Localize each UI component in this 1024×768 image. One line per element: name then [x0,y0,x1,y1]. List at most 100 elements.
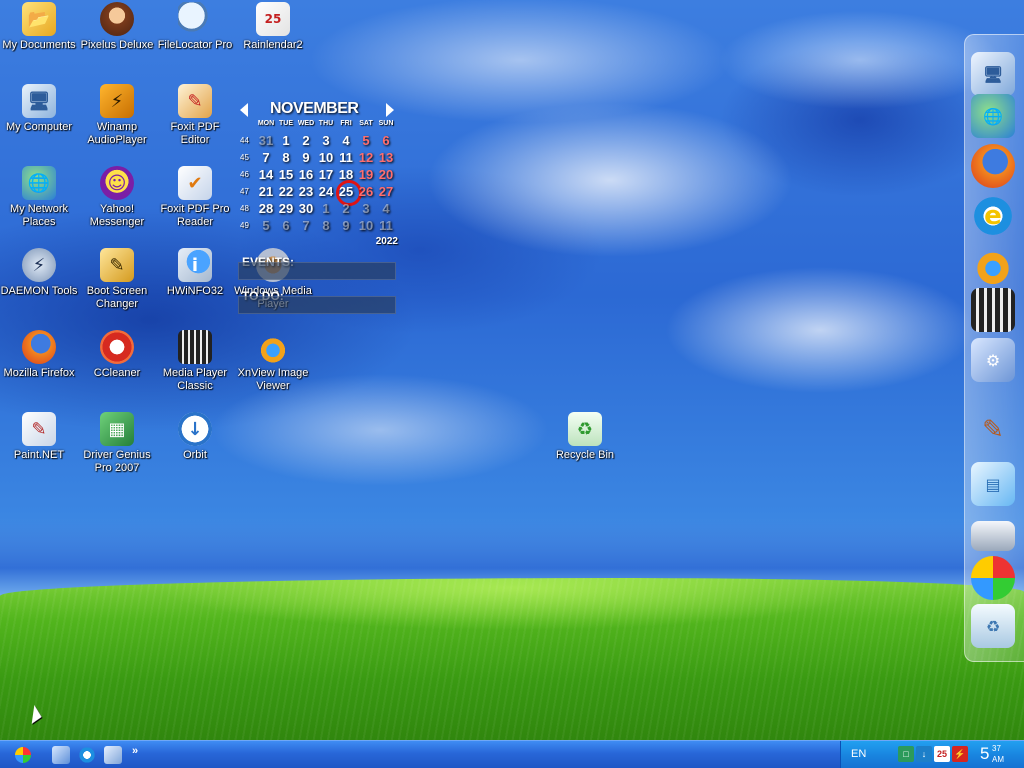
calendar-day[interactable]: 25 [336,180,362,206]
desktop-icon-ccleaner[interactable]: CCleaner [78,330,156,380]
calendar-day[interactable]: 21 [256,184,276,199]
calendar-grid: 44 31 1 2 3 4 5 6 45 7 8 9 10 11 12 13 46 14 15 16 17 18 19 20 4… [236,132,402,234]
taskbar-clock[interactable]: 5 37 AM [980,744,1004,764]
desktop-icon-yahoo-messenger[interactable]: ☺ Yahoo! Messenger [78,166,156,229]
desktop-icon-my-documents[interactable]: 📂 My Documents [0,2,78,52]
dock-internet-explorer-icon[interactable]: e [971,194,1015,238]
calendar-day[interactable]: 4 [336,133,356,148]
dock-control-panel-icon[interactable]: ⚙ [971,338,1015,382]
desktop-icon-rainlendar2[interactable]: 25 Rainlendar2 [234,2,312,52]
calendar-day[interactable]: 26 [356,184,376,199]
todo-panel[interactable] [238,296,396,314]
calendar-day[interactable]: 14 [256,167,276,182]
calendar-day[interactable]: 31 [256,133,276,148]
desktop-icon-foxit-pdf-pro-reader[interactable]: ✔ Foxit PDF Pro Reader [156,166,234,229]
calendar-day[interactable]: 20 [376,167,396,182]
language-indicator[interactable]: EN [851,748,866,760]
calendar-day[interactable]: 24 [316,184,336,199]
calendar-day[interactable]: 22 [276,184,296,199]
desktop-icon-paint-net[interactable]: ✎ Paint.NET [0,412,78,462]
dock-windows-update-icon[interactable] [971,556,1015,600]
tray-calendar-icon[interactable]: 25 [934,746,950,762]
calendar-day[interactable]: 10 [316,150,336,165]
desktop-icon-filelocator-pro[interactable]: FileLocator Pro [156,2,234,52]
icon-label: Foxit PDF Editor [170,121,220,146]
calendar-day[interactable]: 28 [256,201,276,216]
calendar-day[interactable]: 9 [336,218,356,233]
calendar-day[interactable]: 30 [296,201,316,216]
calendar-day[interactable]: 2 [296,133,316,148]
paint-net-icon: ✎ [22,412,56,446]
desktop-icon-my-network-places[interactable]: 🌐 My Network Places [0,166,78,229]
quicklaunch-internet-explorer-icon[interactable] [78,746,96,764]
calendar-day[interactable]: 8 [316,218,336,233]
calendar-day[interactable]: 6 [376,133,396,148]
calendar-day[interactable]: 13 [376,150,396,165]
calendar-day[interactable]: 12 [356,150,376,165]
quicklaunch-media-icon[interactable] [104,746,122,764]
week-number: 44 [240,136,249,145]
calendar-day[interactable]: 7 [296,218,316,233]
calendar-day[interactable]: 1 [276,133,296,148]
next-month-arrow-icon[interactable] [386,103,394,117]
desktop-icon-xnview[interactable]: XnView Image Viewer [234,330,312,393]
previous-month-arrow-icon[interactable] [240,103,248,117]
dock-xnview-icon[interactable] [971,242,1015,286]
calendar-day[interactable]: 6 [276,218,296,233]
tray-orbit-icon[interactable]: ↓ [916,746,932,762]
calendar-day[interactable]: 11 [336,150,356,165]
dock-network-icon[interactable]: 🌐 [971,94,1015,138]
calendar-day[interactable]: 7 [256,150,276,165]
calendar-day[interactable]: 5 [356,133,376,148]
desktop-icon-hwinfo32[interactable]: i HWiNFO32 [156,248,234,298]
calendar-day[interactable]: 8 [276,150,296,165]
desktop-icon-my-computer[interactable]: 🖥 My Computer [0,84,78,134]
clock-minute: 37 [992,744,1001,753]
desktop-icon-boot-screen-changer[interactable]: ✎ Boot Screen Changer [78,248,156,311]
desktop-icon-driver-genius[interactable]: ▦ Driver Genius Pro 2007 [78,412,156,475]
calendar-day[interactable]: 10 [356,218,376,233]
desktop-icon-pixelus-deluxe[interactable]: Pixelus Deluxe [78,2,156,52]
calendar-day[interactable]: 5 [256,218,276,233]
desktop-icon-mozilla-firefox[interactable]: Mozilla Firefox [0,330,78,380]
calendar-day[interactable]: 11 [376,218,396,233]
dock-drive-icon[interactable] [971,521,1015,551]
desktop-icon-orbit[interactable]: ↓ Orbit [156,412,234,462]
calendar-day[interactable]: 3 [316,133,336,148]
calendar-day[interactable]: 15 [276,167,296,182]
calendar-day[interactable]: 3 [356,201,376,216]
desktop-icon-winamp[interactable]: ⚡ Winamp AudioPlayer [78,84,156,147]
icon-label: DAEMON Tools [0,285,78,297]
dock-media-player-classic-icon[interactable] [971,288,1015,332]
tray-daemon-tools-icon[interactable]: ⚡ [952,746,968,762]
calendar-day[interactable]: 1 [316,201,336,216]
dock-recycle-bin-icon[interactable]: ♻ [971,604,1015,648]
calendar-day[interactable]: 2 [336,201,356,216]
yahoo-messenger-icon: ☺ [100,166,134,200]
calendar-day[interactable]: 19 [356,167,376,182]
week-number: 48 [240,204,249,213]
dock-notepad-icon[interactable]: ▤ [971,462,1015,506]
calendar-day[interactable]: 17 [316,167,336,182]
calendar-day[interactable]: 9 [296,150,316,165]
calendar-day[interactable]: 4 [376,201,396,216]
folder-icon: 📂 [22,2,56,36]
desktop-icon-daemon-tools[interactable]: ⚡ DAEMON Tools [0,248,78,298]
events-panel[interactable] [238,262,396,280]
start-button[interactable] [6,744,40,766]
quicklaunch-show-desktop-icon[interactable] [52,746,70,764]
calendar-day[interactable]: 27 [376,184,396,199]
tray-network-icon[interactable]: □ [898,746,914,762]
dock-my-computer-icon[interactable]: 🖥 [971,52,1015,96]
quicklaunch-more-button[interactable]: » [132,745,138,757]
calendar-day[interactable]: 23 [296,184,316,199]
calendar-day[interactable]: 29 [276,201,296,216]
wallpaper-grass [0,578,1024,740]
dock-paint-brushes-icon[interactable]: ✎ [971,408,1015,452]
desktop-icon-recycle-bin[interactable]: ♻ Recycle Bin [546,412,624,462]
computer-icon: 🖥 [22,84,56,118]
desktop-icon-media-player-classic[interactable]: Media Player Classic [156,330,234,393]
calendar-day[interactable]: 16 [296,167,316,182]
dock-firefox-icon[interactable] [971,144,1015,188]
desktop-icon-foxit-pdf-editor[interactable]: ✎ Foxit PDF Editor [156,84,234,147]
